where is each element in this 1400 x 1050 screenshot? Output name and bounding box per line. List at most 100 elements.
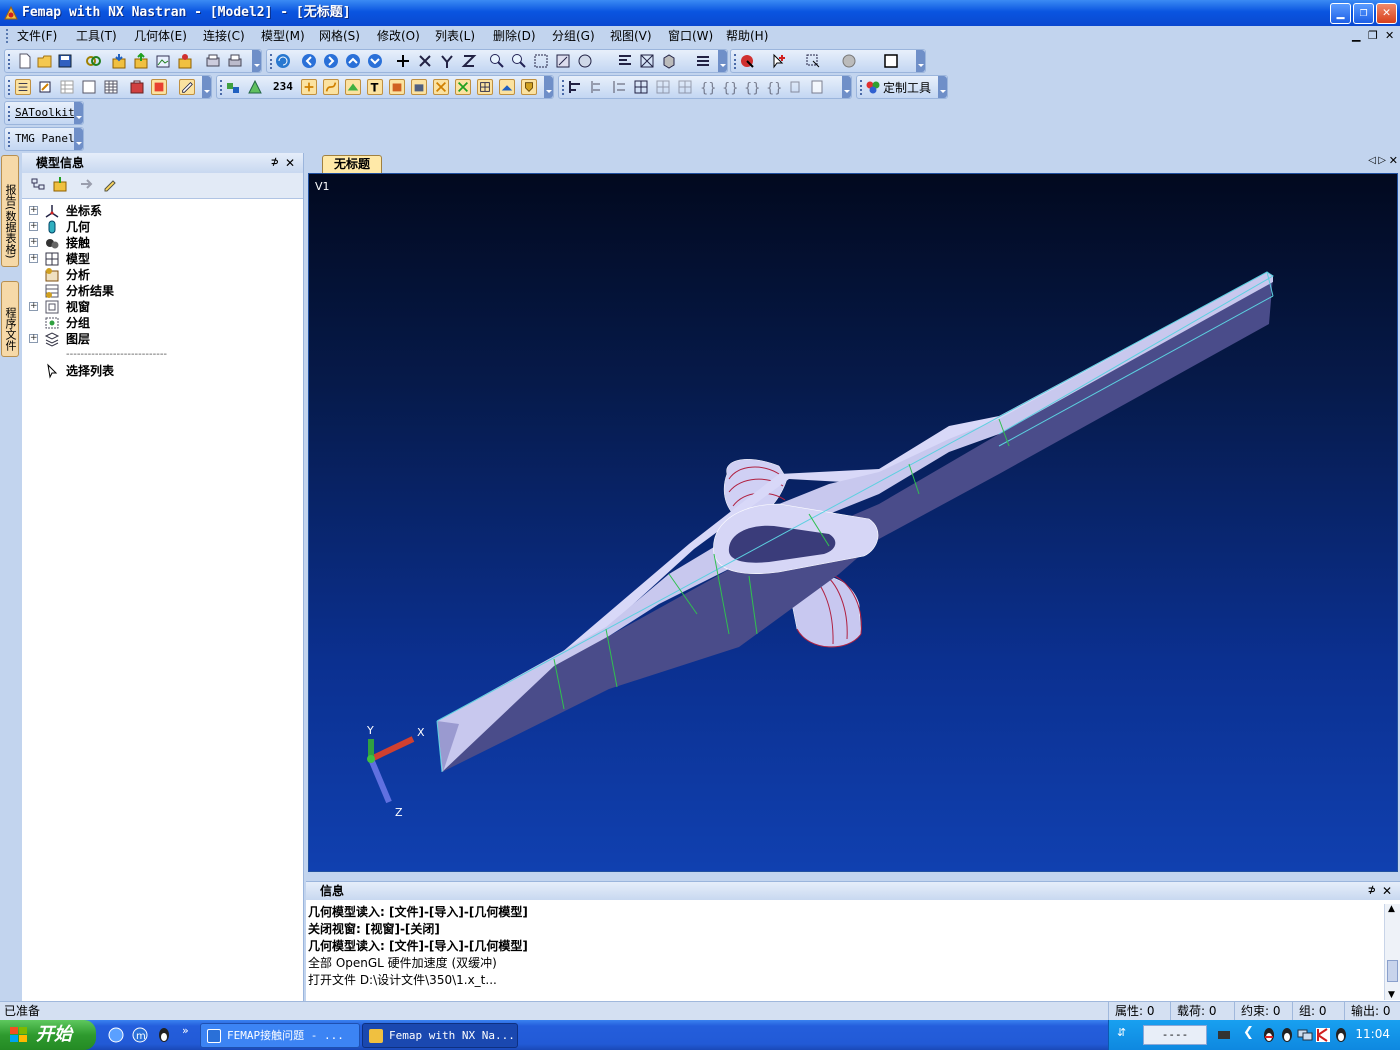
close-button[interactable]: ✕ (1376, 3, 1397, 24)
entity-editor-icon[interactable] (37, 79, 53, 95)
zoom-out-icon[interactable] (511, 53, 527, 69)
side-tab-program-file[interactable]: 程序文件 (1, 281, 19, 357)
scroll-up-icon[interactable]: ▲ (1388, 904, 1395, 914)
menu-list[interactable]: 列表(L) (435, 28, 475, 44)
tree-expand-icon[interactable] (52, 176, 68, 192)
mdi-restore-button[interactable]: ❐ (1368, 29, 1378, 42)
mdi-minimize-button[interactable]: ▁ (1352, 29, 1360, 42)
tree-item[interactable]: + 几何 (22, 219, 303, 235)
view-close-icon[interactable]: ✕ (1389, 154, 1398, 167)
toolbar-grip[interactable] (8, 80, 11, 95)
view-tab[interactable]: 无标题 (322, 155, 382, 173)
model-info-toggle-icon[interactable] (15, 79, 31, 95)
custom-tools-label[interactable]: 定制工具 (883, 79, 931, 96)
tray-ime-icon[interactable] (1333, 1027, 1349, 1043)
mdi-close-button[interactable]: ✕ (1385, 29, 1394, 42)
print-icon[interactable] (227, 53, 243, 69)
mesh-grid-icon[interactable] (477, 79, 493, 95)
view-wireframe-icon[interactable] (639, 53, 655, 69)
side-tab-report[interactable]: 报告(数据表格) (1, 155, 19, 267)
layers-stack-icon[interactable] (695, 53, 711, 69)
workplane-icon[interactable] (883, 53, 899, 69)
toolbar-grip[interactable] (734, 54, 737, 69)
toolbar-more-button[interactable] (718, 50, 727, 72)
toolbar-grip[interactable] (8, 132, 11, 147)
tray-qq-2-icon[interactable] (1279, 1027, 1295, 1043)
expand-plus-icon[interactable]: + (29, 254, 38, 263)
task-femap-contact[interactable]: FEMAP接触问题 - ... (200, 1023, 360, 1048)
elements-icon[interactable] (247, 79, 263, 95)
pan-plus-icon[interactable] (395, 53, 411, 69)
satoolkit-button[interactable]: SAToolkit (15, 106, 75, 119)
toolbar-more-button[interactable] (842, 76, 851, 98)
toolbar-grip[interactable] (8, 54, 11, 69)
save-icon[interactable] (57, 53, 73, 69)
align-left-icon[interactable] (567, 79, 583, 95)
contact-surface-icon[interactable] (499, 79, 515, 95)
menu-geometry[interactable]: 几何体(E) (134, 28, 187, 44)
tree-item-select-list[interactable]: 选择列表 (22, 363, 303, 379)
tray-arrows-icon[interactable]: ⇵ (1117, 1026, 1126, 1039)
start-button[interactable]: 开始 (0, 1020, 96, 1050)
mesh-x-icon[interactable] (455, 79, 471, 95)
zoom-box-icon[interactable] (533, 53, 549, 69)
quicklaunch-ie-icon[interactable] (108, 1027, 124, 1043)
tree-item[interactable]: 分析 (22, 267, 303, 283)
nodes-icon[interactable] (225, 79, 241, 95)
menu-modify[interactable]: 修改(O) (377, 28, 420, 44)
pick-cursor-icon[interactable] (771, 53, 787, 69)
task-femap-nastran[interactable]: Femap with NX Na... (362, 1023, 518, 1048)
open-folder-icon[interactable] (37, 53, 53, 69)
messages-scrollbar[interactable]: ▲ ▼ (1384, 904, 1400, 1000)
data-table-icon[interactable] (59, 79, 75, 95)
toolbar-more-button[interactable] (202, 76, 211, 98)
view-options-icon[interactable] (577, 53, 593, 69)
link-icon[interactable] (85, 53, 101, 69)
label-counter[interactable]: 234 (273, 80, 293, 93)
ime-indicator[interactable]: ---- (1143, 1025, 1207, 1045)
expand-plus-icon[interactable]: + (29, 238, 38, 247)
arrow-right-icon[interactable] (323, 53, 339, 69)
grid-table-icon[interactable] (103, 79, 119, 95)
postprocessing-toggle-icon[interactable] (179, 79, 195, 95)
picture-copy-icon[interactable] (155, 53, 171, 69)
view-solid-icon[interactable] (661, 53, 677, 69)
arrow-down-icon[interactable] (367, 53, 383, 69)
panel-close-icon[interactable]: ✕ (285, 153, 295, 173)
tray-collapse-icon[interactable]: ❮ (1243, 1025, 1254, 1040)
tree-item[interactable]: + 接触 (22, 235, 303, 251)
expand-plus-icon[interactable]: + (29, 222, 38, 231)
toolbar-more-button[interactable] (916, 50, 925, 72)
toolbar-grip[interactable] (220, 80, 223, 95)
menu-view[interactable]: 视图(V) (610, 28, 652, 44)
tree-item[interactable]: + 坐标系 (22, 203, 303, 219)
toolbar-grip[interactable] (860, 80, 863, 95)
select-box-icon[interactable] (805, 53, 821, 69)
menu-model[interactable]: 模型(M) (261, 28, 305, 44)
tmg-panel-button[interactable]: TMG Panel (15, 132, 75, 145)
view-x-icon[interactable] (417, 53, 433, 69)
tray-power-icon[interactable] (1217, 1028, 1233, 1042)
viewport-canvas[interactable]: V1 X Y Z (308, 173, 1398, 872)
scroll-down-icon[interactable]: ▼ (1388, 990, 1395, 1000)
tab-scroll-right-icon[interactable]: ▷ (1378, 155, 1386, 166)
curve-icon[interactable] (323, 79, 339, 95)
menu-mesh[interactable]: 网格(S) (319, 28, 360, 44)
tab-scroll-left-icon[interactable]: ◁ (1368, 155, 1376, 166)
pin-icon[interactable]: ⊅ (271, 153, 279, 173)
constraint-icon[interactable] (433, 79, 449, 95)
menu-delete[interactable]: 删除(D) (493, 28, 536, 44)
export-icon[interactable] (133, 53, 149, 69)
tray-network-icon[interactable] (1297, 1027, 1313, 1043)
view-y-icon[interactable] (439, 53, 455, 69)
meshing-toolbox-icon[interactable] (129, 79, 145, 95)
zoom-in-icon[interactable] (489, 53, 505, 69)
tree-item[interactable]: + 模型 (22, 251, 303, 267)
tree-item[interactable]: 分析结果 (22, 283, 303, 299)
analyze-icon[interactable] (177, 53, 193, 69)
menubar-grip[interactable] (6, 29, 9, 43)
toolbar-grip[interactable] (8, 106, 11, 121)
menu-connect[interactable]: 连接(C) (203, 28, 245, 44)
messages-toggle-icon[interactable] (151, 79, 167, 95)
table-grid-icon[interactable] (633, 79, 649, 95)
